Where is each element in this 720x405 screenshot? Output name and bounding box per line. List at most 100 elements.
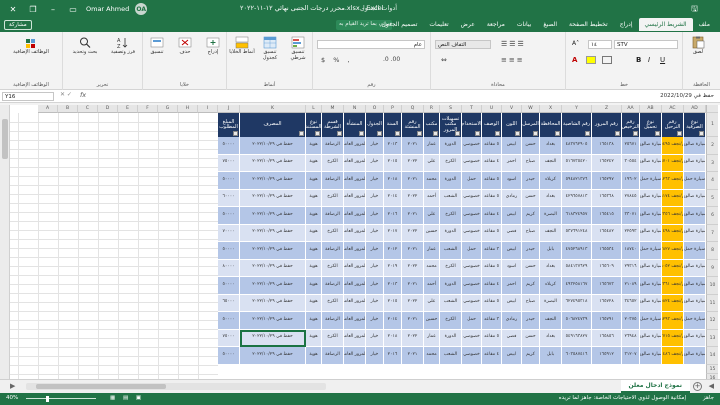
table-cell[interactable]: ٢٠٢٢ [402, 154, 424, 172]
table-cell[interactable]: ص/نجف ٦٣٧١٥ [662, 329, 684, 347]
table-cell[interactable]: هوية [306, 172, 322, 190]
column-header[interactable]: J [218, 105, 240, 113]
table-cell[interactable]: ٥٩٤٨٢١٣٧٦ [562, 172, 592, 190]
table-cell[interactable]: ١٦٥٦٧٣ [592, 277, 622, 295]
column-header[interactable]: N [344, 105, 366, 113]
table-cell[interactable]: ٢٠١٤ [384, 312, 402, 330]
table-cell[interactable]: عمار [424, 137, 440, 155]
column-header[interactable]: T [462, 105, 482, 113]
row-header[interactable]: 4 [706, 172, 718, 190]
table-cell[interactable]: حسين [424, 224, 440, 242]
table-cell[interactable]: الكرخ [322, 294, 344, 312]
table-cell[interactable]: ٢١٠٨٩ [622, 277, 640, 295]
table-cell[interactable]: سيارة صالون [684, 224, 706, 242]
table-cell[interactable]: ٥٠٠٠٠ [218, 242, 240, 260]
tab-2[interactable]: إدراج [614, 18, 639, 31]
filter-dropdown-icon[interactable] [585, 131, 590, 136]
row-header[interactable]: 5 [706, 189, 718, 207]
tab-9[interactable]: تصميم الجدول [376, 18, 424, 31]
table-cell[interactable]: حفظ في ٢٠٢٢/١٠/٢٩ [240, 189, 306, 207]
table-cell[interactable]: الشعب [440, 294, 462, 312]
table-cell[interactable]: خصوصي [462, 154, 482, 172]
table-cell[interactable]: خيار [366, 154, 384, 172]
table-header-cell[interactable]: الوصف [482, 113, 502, 137]
table-cell[interactable]: خيار [366, 294, 384, 312]
table-cell[interactable]: الكرخ [322, 259, 344, 277]
column-header[interactable]: C [78, 105, 98, 113]
fill-color-icon[interactable] [586, 56, 596, 64]
row-header[interactable]: 15 [706, 364, 718, 374]
table-cell[interactable]: خيار [366, 259, 384, 277]
tab-4[interactable]: الصيغ [537, 18, 563, 31]
table-cell[interactable]: ١٦٥٧٩١ [592, 312, 622, 330]
table-cell[interactable]: الكرخ [322, 154, 344, 172]
row-header[interactable]: 9 [706, 259, 718, 277]
table-cell[interactable]: خصوصي [462, 207, 482, 225]
table-cell[interactable]: سيارة حمل [640, 172, 662, 190]
table-cell[interactable]: خيار [366, 137, 384, 155]
table-cell[interactable]: فضي [502, 329, 522, 347]
table-cell[interactable]: ٥٠٠٠٠ [218, 312, 240, 330]
addins-button[interactable]: الوظائف الإضافية [10, 36, 52, 56]
filter-dropdown-icon[interactable] [417, 131, 422, 136]
table-header-cell[interactable]: رقم المرور [592, 113, 622, 137]
table-cell[interactable]: ص/نجف ٥٩١٧٤ [662, 189, 684, 207]
table-cell[interactable]: ٢٧٨٤٥ [622, 189, 640, 207]
column-header[interactable]: W [522, 105, 540, 113]
filter-dropdown-icon[interactable] [359, 131, 364, 136]
table-cell[interactable]: حفظ في ٢٠٢٢/١٠/٢٩ [240, 312, 306, 330]
table-header-cell[interactable]: السنة [384, 113, 402, 137]
tab-0[interactable]: ملف [693, 18, 716, 31]
filter-dropdown-icon[interactable] [495, 131, 500, 136]
table-cell[interactable]: المرور العامة [344, 207, 366, 225]
table-cell[interactable]: المرور العامة [344, 259, 366, 277]
table-cell[interactable]: ١٦٥٤١٥ [592, 207, 622, 225]
table-cell[interactable]: ص/نجف ٤٨٢٦٣ [662, 172, 684, 190]
table-cell[interactable]: ٣ مقاعد [482, 312, 502, 330]
table-cell[interactable]: المرور العامة [344, 312, 366, 330]
table-cell[interactable]: ٤ مقاعد [482, 207, 502, 225]
table-cell[interactable]: اسود [502, 259, 522, 277]
table-cell[interactable]: سيارة صالون [640, 224, 662, 242]
table-cell[interactable]: الدورة [440, 329, 462, 347]
table-cell[interactable]: هوية [306, 207, 322, 225]
table-header-cell[interactable]: المصرف [240, 113, 306, 137]
table-cell[interactable]: ٢٠١٧ [384, 224, 402, 242]
table-cell[interactable]: ٢٠٢١ [402, 312, 424, 330]
table-cell[interactable]: حسن [522, 329, 540, 347]
table-cell[interactable]: حسن [522, 259, 540, 277]
table-cell[interactable]: ١٦٥٧٢٨ [592, 294, 622, 312]
table-cell[interactable]: المرور العامة [344, 277, 366, 295]
table-cell[interactable]: سيارة حمل [684, 172, 706, 190]
table-cell[interactable]: الكرخ [322, 329, 344, 347]
table-cell[interactable]: ٣١٢٠٧ [622, 347, 640, 365]
table-cell[interactable]: حيدر [522, 172, 540, 190]
table-cell[interactable]: ١٦٥٨٥٦ [592, 329, 622, 347]
table-cell[interactable]: ٢٠٢٢ [402, 189, 424, 207]
table-cell[interactable]: ٢٠١٦ [384, 207, 402, 225]
table-cell[interactable]: سيارة صالون [640, 329, 662, 347]
table-cell[interactable]: الكرخ [440, 154, 462, 172]
table-cell[interactable]: ٥٠٠٠٠ [218, 277, 240, 295]
table-cell[interactable]: ص/نجف ٤٧٣٦١ [662, 277, 684, 295]
horizontal-scroll-thumb[interactable] [36, 384, 166, 389]
filter-dropdown-icon[interactable] [615, 131, 620, 136]
vertical-scroll-thumb[interactable] [2, 119, 8, 159]
table-cell[interactable]: سيارة صالون [684, 277, 706, 295]
table-cell[interactable]: الرصافة [322, 172, 344, 190]
table-cell[interactable]: ٢٠٢١ [402, 277, 424, 295]
row-header[interactable]: 8 [706, 242, 718, 260]
table-header-cell[interactable]: نوع تحميل [640, 113, 662, 137]
table-cell[interactable]: ١٦٥٢٩٧ [592, 172, 622, 190]
table-cell[interactable]: خيار [366, 277, 384, 295]
table-cell[interactable]: البصرة [540, 207, 562, 225]
table-cell[interactable]: ٦٥٠٠٠ [218, 294, 240, 312]
table-cell[interactable]: ٢٠٢١ [402, 172, 424, 190]
table-cell[interactable]: الدورة [440, 224, 462, 242]
filter-dropdown-icon[interactable] [533, 131, 538, 136]
table-cell[interactable]: حفظ في ٢٠٢٢/١٠/٢٩ [240, 207, 306, 225]
table-header-cell[interactable]: نوع الصرفية [684, 113, 706, 137]
vertical-scrollbar[interactable] [0, 105, 10, 379]
table-cell[interactable]: الرصافة [322, 207, 344, 225]
column-header[interactable]: R [424, 105, 440, 113]
